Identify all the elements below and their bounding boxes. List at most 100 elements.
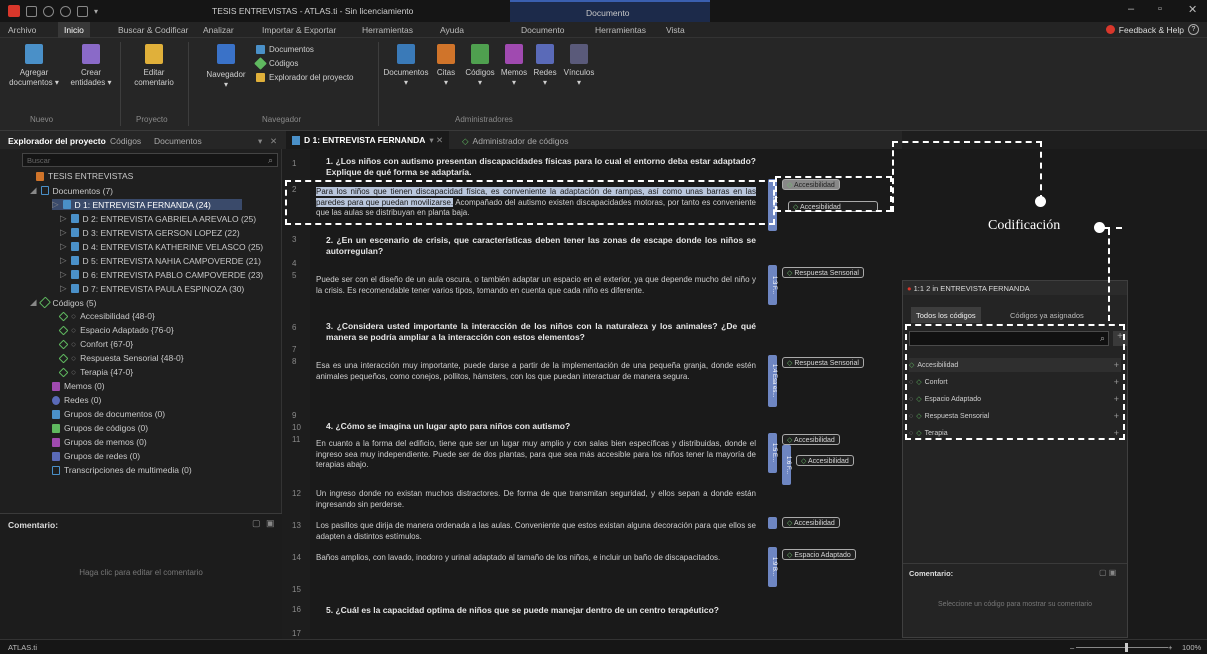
quotation-bar[interactable]: 1:4 Esa es... <box>768 355 777 407</box>
code-label-tag[interactable]: ◇ Espacio Adaptado <box>782 549 856 560</box>
comment-hint[interactable]: Haga clic para editar el comentario <box>0 568 282 577</box>
quotations-manager-button[interactable]: Citas ▾ <box>431 44 461 88</box>
explorer-search-input[interactable]: Buscar ⌕ <box>22 153 278 167</box>
feedback-label: Feedback & Help <box>1118 24 1184 35</box>
feedback-help-button[interactable]: Feedback & Help ? <box>1105 24 1199 35</box>
tree-transcriptions[interactable]: Transcripciones de multimedia (0) <box>52 465 192 475</box>
restore-icon[interactable]: ▫ <box>1158 3 1162 15</box>
tab-all-codes[interactable]: Todos los códigos <box>911 307 981 323</box>
popup-comment-icons[interactable]: ▢ ▣ <box>1099 568 1116 577</box>
close-icon[interactable]: ✕ <box>1188 3 1197 16</box>
tree-document-item[interactable]: ▷ D 5: ENTREVISTA NAHIA CAMPOVERDE (21) <box>60 255 261 266</box>
close-panel-icon[interactable]: ✕ <box>270 136 277 147</box>
paragraph-12[interactable]: Un ingreso donde no existan muchos distr… <box>316 489 756 510</box>
tab-codes-manager[interactable]: ◇ Administrador de códigos <box>462 136 568 147</box>
zoom-slider[interactable] <box>1076 647 1168 648</box>
paragraph-13[interactable]: Los pasillos que dirija de manera ordena… <box>316 521 756 542</box>
tree-document-item[interactable]: ▷ D 4: ENTREVISTA KATHERINE VELASCO (25) <box>60 241 263 252</box>
tab-herramientas[interactable]: Herramientas <box>362 25 413 35</box>
tab-inicio[interactable]: Inicio <box>58 22 90 38</box>
comment-save-icon[interactable]: ▣ <box>266 518 275 529</box>
tree-code-item[interactable]: ○ Confort {67-0} <box>58 339 133 349</box>
quotation-bar[interactable] <box>768 517 777 529</box>
tree-document-item[interactable]: ▷ D 6: ENTREVISTA PABLO CAMPOVERDE (23) <box>60 269 263 280</box>
context-tab-group: Documento <box>510 0 710 22</box>
code-label-tag[interactable]: ◇ Accesibilidad <box>796 455 854 466</box>
zoom-slider-handle[interactable] <box>1125 643 1128 652</box>
codes-manager-button[interactable]: Códigos ▾ <box>463 44 497 88</box>
code-label-tag[interactable]: ◇ Accesibilidad <box>782 434 840 445</box>
tab-document-fernanda[interactable]: D 1: ENTREVISTA FERNANDA ▾ ✕ <box>286 131 450 149</box>
memos-manager-icon <box>505 44 523 64</box>
tab-archivo[interactable]: Archivo <box>8 25 36 35</box>
tree-code-item[interactable]: ○ Terapia {47-0} <box>58 367 133 377</box>
tab-assigned-codes[interactable]: Códigos ya asignados <box>1005 307 1089 323</box>
links-manager-button[interactable]: Vínculos ▾ <box>561 44 597 88</box>
tree-memos[interactable]: Memos (0) <box>52 381 105 391</box>
zoom-out-icon[interactable]: – <box>1070 643 1074 652</box>
memos-manager-button[interactable]: Memos ▾ <box>499 44 529 88</box>
tab-project-explorer[interactable]: Explorador del proyecto <box>8 136 106 146</box>
paragraph-14[interactable]: Baños amplios, con lavado, inodoro y uri… <box>316 553 756 564</box>
tab-importar-exportar[interactable]: Importar & Exportar <box>262 25 336 35</box>
save-icon[interactable] <box>26 5 37 17</box>
line-number: 9 <box>292 411 297 420</box>
panel-menu-icon[interactable]: ▾ <box>258 136 262 147</box>
create-entities-button[interactable]: Crear entidades ▾ <box>66 44 116 88</box>
explorer-search-placeholder: Buscar <box>27 156 51 165</box>
close-tab-icon[interactable]: ▾ ✕ <box>429 135 443 146</box>
tree-document-item[interactable]: ▷ D 2: ENTREVISTA GABRIELA AREVALO (25) <box>60 213 256 224</box>
networks-manager-button[interactable]: Redes ▾ <box>530 44 560 88</box>
window-icon[interactable] <box>77 5 88 17</box>
tree-code-item[interactable]: ○ Accesibilidad {48-0} <box>58 311 155 321</box>
tree-code-item[interactable]: ○ Respuesta Sensorial {48-0} <box>58 353 184 363</box>
code-label-tag[interactable]: ◇ Accesibilidad <box>782 517 840 528</box>
tree-document-groups[interactable]: Grupos de documentos (0) <box>52 409 165 419</box>
code-label-tag[interactable]: ◇ Respuesta Sensorial <box>782 267 864 278</box>
paragraph-11[interactable]: En cuanto a la forma del edificio, tiene… <box>316 439 756 471</box>
tab-buscar-codificar[interactable]: Buscar & Codificar <box>118 25 188 35</box>
tree-networks[interactable]: Redes (0) <box>52 395 101 405</box>
tree-codes-folder[interactable]: ◢ Códigos (5) <box>30 296 96 309</box>
tree-code-item[interactable]: ○ Espacio Adaptado {76-0} <box>58 325 174 335</box>
tab-ayuda[interactable]: Ayuda <box>440 25 464 35</box>
edit-comment-button[interactable]: Editar comentario <box>126 44 182 88</box>
tree-root[interactable]: TESIS ENTREVISTAS <box>36 171 133 181</box>
tree-document-item[interactable]: ▷ D 7: ENTREVISTA PAULA ESPINOZA (30) <box>60 283 244 294</box>
document-groups-label: Grupos de documentos (0) <box>64 409 166 419</box>
navigator-button[interactable]: Navegador ▾ <box>198 44 254 90</box>
tab-vista[interactable]: Vista <box>666 25 685 35</box>
codes-small-button[interactable]: Códigos <box>254 57 298 70</box>
documents-small-button[interactable]: Documentos <box>256 45 314 54</box>
memos-manager-label: Memos <box>500 68 528 77</box>
quotation-bar[interactable]: 1:6 F... <box>782 445 791 485</box>
tree-documents-folder[interactable]: ◢ Documentos (7) <box>30 185 113 196</box>
quotation-bar[interactable]: 1:9 B... <box>768 547 777 587</box>
add-documents-button[interactable]: Agregar documentos ▾ <box>6 44 62 88</box>
tree-network-groups[interactable]: Grupos de redes (0) <box>52 451 140 461</box>
tab-herramientas-doc[interactable]: Herramientas <box>595 25 646 35</box>
tree-code-groups[interactable]: Grupos de códigos (0) <box>52 423 148 433</box>
paragraph-8[interactable]: Esa es una interacción muy importante, p… <box>316 361 756 382</box>
code-label-tag[interactable]: ◇ Respuesta Sensorial <box>782 357 864 368</box>
documents-manager-button[interactable]: Documentos ▾ <box>383 44 429 88</box>
undo-icon[interactable] <box>43 5 54 17</box>
redo-icon[interactable] <box>60 5 71 17</box>
zoom-in-icon[interactable]: + <box>1168 643 1172 652</box>
comment-edit-icon[interactable]: ▢ <box>252 518 261 529</box>
tab-documento[interactable]: Documento <box>521 25 564 35</box>
tab-analizar[interactable]: Analizar <box>203 25 234 35</box>
project-explorer-small-button[interactable]: Explorador del proyecto <box>256 73 354 82</box>
tree-document-item[interactable]: ▷ D 1: ENTREVISTA FERNANDA (24) <box>52 199 242 210</box>
tab-documents[interactable]: Documentos <box>154 136 202 146</box>
quotation-bar[interactable]: 1:5 E... <box>768 433 777 473</box>
quotation-bar[interactable]: 1:3 F... <box>768 265 777 305</box>
tree-document-item[interactable]: ▷ D 3: ENTREVISTA GERSON LOPEZ (22) <box>60 227 240 238</box>
customize-chevron-icon[interactable]: ▾ <box>94 7 98 16</box>
tree-memo-groups[interactable]: Grupos de memos (0) <box>52 437 147 447</box>
help-icon[interactable]: ? <box>1188 24 1199 35</box>
tab-codes[interactable]: Códigos <box>110 136 141 146</box>
paragraph-5[interactable]: Puede ser con el diseño de un aula oscur… <box>316 275 756 296</box>
minimize-icon[interactable]: – <box>1128 3 1134 15</box>
code-tag-text: Espacio Adaptado <box>794 552 851 559</box>
